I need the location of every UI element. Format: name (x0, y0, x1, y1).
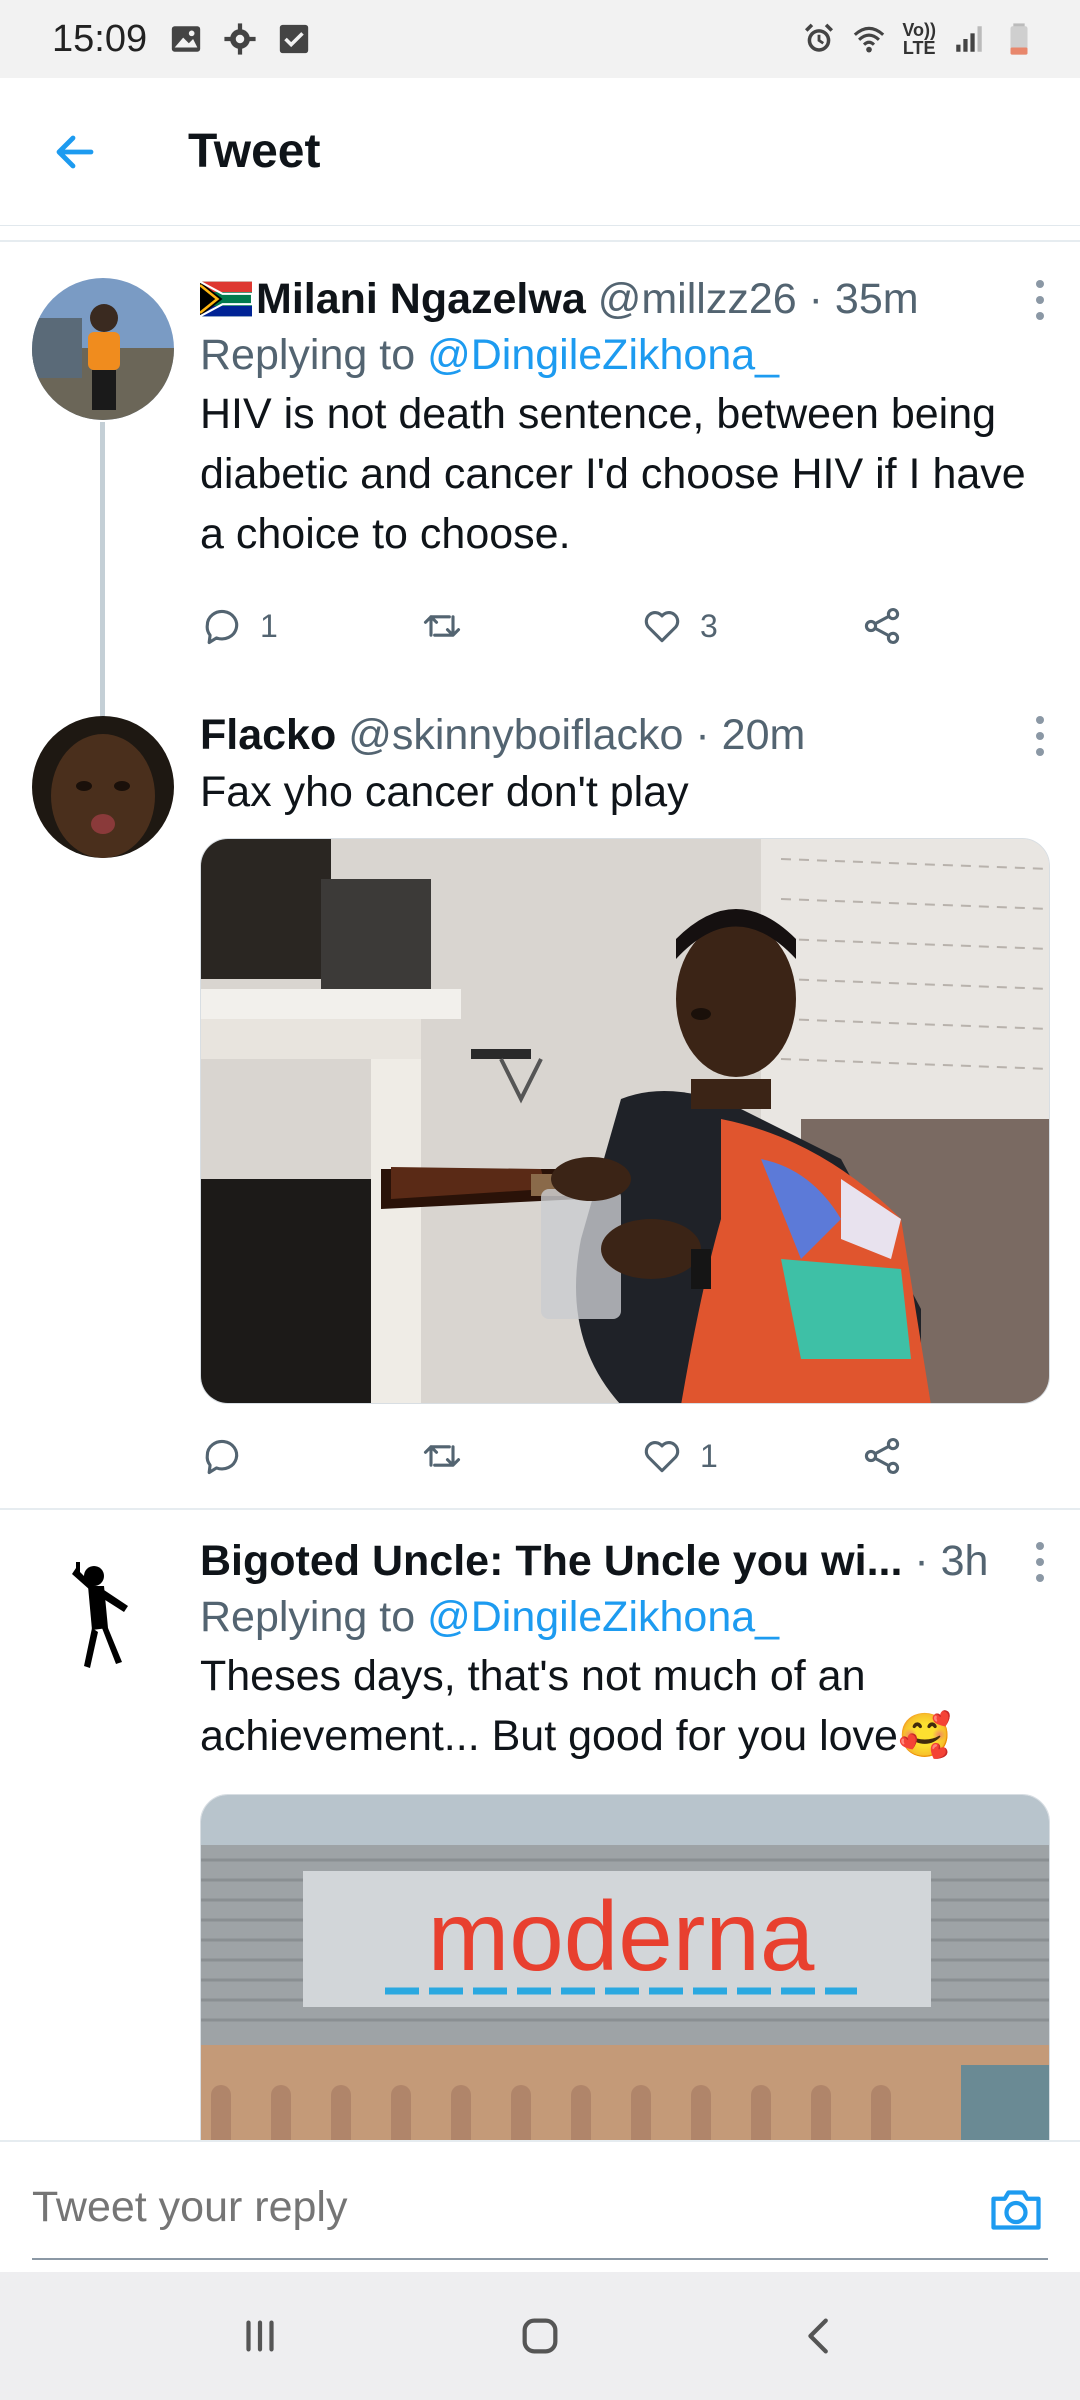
south-africa-flag-icon (200, 281, 252, 317)
tweet-header: Milani Ngazelwa @millzz26 · 35m (200, 272, 1050, 326)
avatar[interactable] (32, 278, 174, 420)
retweet-button[interactable] (420, 604, 640, 648)
tweet-text: Fax yho cancer don't play (200, 768, 689, 816)
tweet-image[interactable] (200, 838, 1050, 1404)
settings-gear-icon (224, 23, 256, 55)
comment-icon (205, 609, 239, 645)
mention-link[interactable]: @DingileZikhona_ (427, 1593, 779, 1641)
reply-button[interactable] (200, 1434, 420, 1478)
status-bar: 15:09 Vo)) LTE (0, 0, 1080, 78)
tweet-divider (0, 1508, 1080, 1510)
signal-icon (956, 26, 982, 52)
heart-icon (644, 1441, 680, 1473)
system-nav-bar (0, 2272, 1080, 2400)
heart-icon (644, 611, 680, 643)
more-options-button[interactable] (1030, 280, 1050, 320)
tweet-text: Theses days, that's not much of an achie… (200, 1652, 952, 1760)
reply-composer (0, 2140, 1080, 2272)
tweet-image[interactable]: moderna (200, 1794, 1050, 2140)
gallery-notification-icon (171, 26, 201, 52)
camera-button[interactable] (986, 2180, 1046, 2240)
alarm-icon (805, 23, 834, 52)
more-options-button[interactable] (1030, 716, 1050, 756)
tweet-flacko[interactable]: Flacko @skinnyboiflacko · 20m Fax yho ca… (0, 690, 1080, 1510)
reply-underline (32, 2258, 1048, 2260)
camera-icon (991, 2190, 1041, 2230)
share-button[interactable] (860, 1434, 904, 1478)
comment-icon (205, 1439, 239, 1475)
home-button[interactable] (480, 2286, 600, 2386)
reply-input[interactable] (32, 2172, 852, 2242)
like-button[interactable]: 1 (640, 1434, 860, 1478)
moderna-sign-text: moderna (428, 1881, 815, 1991)
tweet-time[interactable]: 3h (941, 1534, 989, 1588)
battery-icon (1010, 23, 1028, 55)
home-icon (522, 2318, 558, 2354)
tweet-text: HIV is not death sentence, between being… (200, 390, 1026, 558)
author-name[interactable]: Flacko (200, 708, 336, 762)
header-divider (0, 240, 1080, 242)
retweet-icon (423, 1445, 461, 1467)
app-header: Tweet (0, 78, 1080, 226)
tweet-milani[interactable]: Milani Ngazelwa @millzz26 · 35m Replying… (0, 250, 1080, 722)
wifi-icon (854, 26, 885, 53)
retweet-icon (423, 615, 461, 637)
checkbox-notification-icon (279, 24, 309, 54)
mention-link[interactable]: @DingileZikhona_ (427, 331, 779, 379)
author-name[interactable]: Milani Ngazelwa (256, 272, 586, 326)
status-time: 15:09 (52, 17, 148, 60)
avatar[interactable] (32, 716, 174, 858)
replying-to: Replying to @DingileZikhona_ (200, 1593, 780, 1641)
tweet-bigoted-uncle[interactable]: Bigoted Uncle: The Uncle you wi... · 3h … (0, 1512, 1080, 2140)
system-back-button[interactable] (760, 2286, 880, 2386)
avatar[interactable] (32, 1538, 174, 1680)
retweet-button[interactable] (420, 1434, 640, 1478)
arrow-left-icon (56, 135, 94, 168)
tweet-header: Flacko @skinnyboiflacko · 20m (200, 708, 1050, 762)
share-icon (864, 607, 900, 645)
author-handle[interactable]: @millzz26 (598, 272, 797, 326)
tweet-time[interactable]: 35m (835, 272, 919, 326)
chevron-left-icon (808, 2318, 828, 2354)
tweet-time[interactable]: 20m (722, 708, 806, 762)
reply-button[interactable]: 1 (200, 604, 420, 648)
back-button[interactable] (0, 78, 150, 226)
share-button[interactable] (860, 604, 904, 648)
thread-connector (100, 422, 105, 722)
volte-label: Vo)) LTE (902, 20, 936, 58)
author-name[interactable]: Bigoted Uncle: The Uncle you wi... (200, 1534, 902, 1588)
tweet-header: Bigoted Uncle: The Uncle you wi... · 3h (200, 1534, 1050, 1588)
recent-apps-icon (246, 2320, 274, 2352)
more-options-button[interactable] (1030, 1542, 1050, 1582)
replying-to: Replying to @DingileZikhona_ (200, 331, 780, 379)
page-title: Tweet (188, 125, 321, 178)
share-icon (864, 1437, 900, 1475)
recent-apps-button[interactable] (200, 2286, 320, 2386)
like-button[interactable]: 3 (640, 604, 860, 648)
author-handle[interactable]: @skinnyboiflacko (348, 708, 683, 762)
